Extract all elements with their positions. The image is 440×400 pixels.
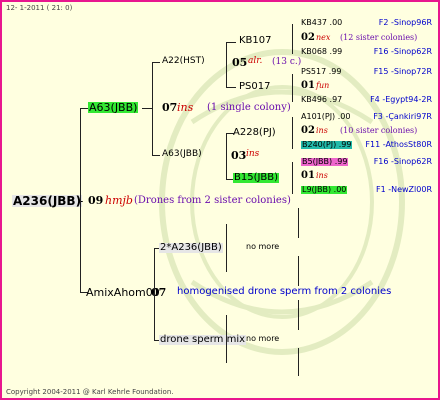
mother-mating-code: ins — [177, 101, 194, 114]
root-mating-code: hmjb — [105, 194, 133, 207]
gen4-queen: KB496 .97 — [301, 95, 343, 104]
empty-bracket-3 — [298, 300, 299, 330]
empty-bracket-1 — [298, 208, 299, 238]
mother-queen: A63(JBB) — [88, 101, 139, 114]
gen4-origin: F2 -Sinop96R — [378, 18, 432, 27]
gen4-mating-year: 01 — [301, 170, 315, 181]
ggm4-bracket — [292, 162, 293, 194]
gen4-queen: B5(JBB) .99 — [301, 157, 349, 166]
ggm3-queen: A228(PJ) — [233, 127, 276, 138]
root-bracket — [80, 108, 81, 292]
gen4-origin: F16 -Sinop62R — [373, 47, 432, 56]
gf2-queen: drone sperm mix — [159, 334, 247, 345]
empty-bracket-2 — [298, 256, 299, 286]
father-bracket — [154, 248, 155, 340]
father-mating-note: homogenised drone sperm from 2 colonies — [177, 286, 392, 297]
gen4-queen: KB068 .99 — [301, 47, 343, 56]
mother-mating-note: (1 single colony) — [207, 102, 291, 113]
mother-bracket — [152, 62, 153, 155]
ggm4-queen: B15(JBB) — [233, 172, 280, 183]
gf1-bracket — [226, 224, 227, 272]
ggm2-bracket — [292, 74, 293, 102]
mother-mating-year: 07 — [162, 101, 178, 114]
gen4-mating-code: ins — [316, 171, 328, 180]
gen4-mating-year: 01 — [301, 80, 315, 91]
root-queen: A236(JBB) — [12, 194, 83, 208]
gen4-queen: L9(JBB) .00 — [301, 185, 348, 194]
gm1-branch-bottom — [226, 87, 236, 88]
ggm1-bracket — [292, 24, 293, 54]
gen4-queen: B240(PJ) .99 — [301, 140, 353, 149]
ggm2-queen: PS017 — [239, 81, 271, 92]
gf2-no-more: no more — [246, 334, 280, 343]
gm2-bracket — [226, 133, 227, 179]
gm1-mating-note: (13 c.) — [272, 57, 302, 67]
gen4-mating-note: (10 sister colonies) — [340, 126, 418, 135]
gen4-origin: F16 -Sinop62R — [373, 157, 432, 166]
gf1-no-more: no more — [246, 242, 280, 251]
gm2-mating-code: ins — [246, 149, 260, 159]
gen4-queen: KB437 .00 — [301, 18, 343, 27]
gm1-mating-year: 05 — [232, 56, 248, 69]
empty-bracket-4 — [298, 348, 299, 376]
gen4-mating-note: (12 sister colonies) — [340, 33, 418, 42]
ggm1-queen: KB107 — [239, 35, 272, 46]
gm1-queen: A22(HST) — [162, 56, 205, 66]
gen4-origin: F15 -Sinop72R — [373, 67, 432, 76]
gm2-mating-year: 03 — [231, 149, 247, 162]
gen4-mating-code: fun — [316, 81, 330, 90]
gf1-queen: 2*A236(JBB) — [159, 242, 223, 253]
gen4-origin: F11 -AthosSt80R — [365, 140, 432, 149]
gen4-mating-code: nex — [316, 33, 331, 42]
gen4-origin: F1 -NewZl00R — [375, 185, 432, 194]
root-branch-top — [80, 108, 88, 109]
gen4-origin: F4 -Egypt94-2R — [370, 95, 432, 104]
pedigree-frame: 12- 1-2011 ( 21: 0) A236(JBB) - 09 hmjb … — [0, 0, 440, 400]
ggm3-bracket — [292, 117, 293, 149]
header-date: 12- 1-2011 ( 21: 0) — [6, 4, 73, 12]
gen4-queen: A101(PJ) .00 — [301, 112, 351, 121]
mother-branch-bottom — [152, 155, 160, 156]
root-mating-note: (Drones from 2 sister colonies) — [134, 195, 291, 206]
gen4-queen: PS517 .99 — [301, 67, 342, 76]
father-queen: AmixAhom00 — [86, 286, 160, 299]
gm1-mating-code: alr. — [248, 56, 263, 66]
gm2-queen: A63(JBB) — [162, 149, 202, 159]
mother-branch-top — [152, 62, 160, 63]
gm1-bracket — [226, 42, 227, 87]
root-mating-year: 09 — [88, 194, 104, 207]
gm1-branch-top — [226, 42, 236, 43]
gf2-bracket — [226, 315, 227, 363]
gen4-origin: F3 -Çankiri97R — [373, 112, 432, 121]
gen4-mating-year: 02 — [301, 125, 315, 136]
mother-link — [142, 108, 152, 109]
gen4-mating-code: ins — [316, 126, 328, 135]
gen4-mating-year: 02 — [301, 32, 315, 43]
footer-copyright: Copyright 2004-2011 @ Karl Kehrle Founda… — [6, 388, 174, 396]
